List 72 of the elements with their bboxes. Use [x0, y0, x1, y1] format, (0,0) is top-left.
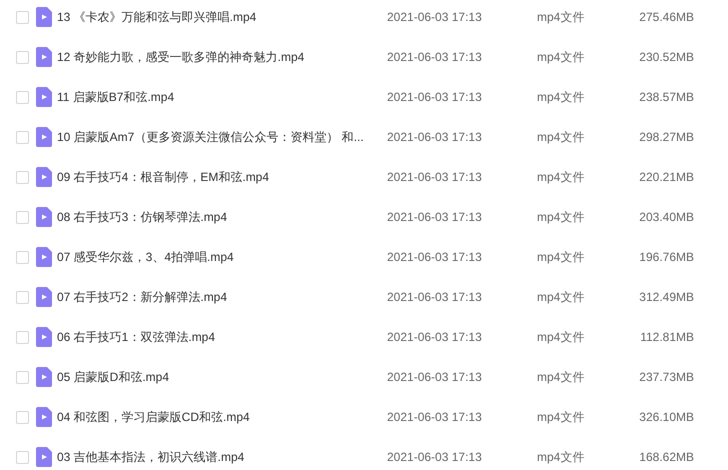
checkbox[interactable]: [16, 130, 29, 144]
video-file-icon: [36, 247, 52, 267]
file-name[interactable]: 07 右手技巧2：新分解弹法.mp4: [57, 288, 387, 306]
file-size: 220.21MB: [638, 169, 694, 186]
video-file-icon: [36, 367, 52, 387]
file-name[interactable]: 05 启蒙版D和弦.mp4: [57, 368, 387, 386]
file-type: mp4文件: [537, 89, 586, 106]
file-size: 230.52MB: [638, 49, 694, 66]
file-type: mp4文件: [537, 449, 586, 466]
modified-date: 2021-06-03 17:13: [387, 129, 483, 146]
video-file-icon: [36, 327, 52, 347]
file-name[interactable]: 03 吉他基本指法，初识六线谱.mp4: [57, 448, 387, 466]
modified-date: 2021-06-03 17:13: [387, 209, 483, 226]
file-size: 238.57MB: [638, 89, 694, 106]
video-file-icon: [36, 287, 52, 307]
checkbox[interactable]: [16, 170, 29, 184]
checkbox[interactable]: [16, 50, 29, 64]
modified-date: 2021-06-03 17:13: [387, 369, 483, 386]
file-type: mp4文件: [537, 209, 586, 226]
checkbox[interactable]: [16, 410, 29, 424]
file-name[interactable]: 06 右手技巧1：双弦弹法.mp4: [57, 328, 387, 346]
file-size: 275.46MB: [638, 9, 694, 26]
video-file-icon: [36, 447, 52, 467]
file-size: 203.40MB: [638, 209, 694, 226]
file-name[interactable]: 12 奇妙能力歌，感受一歌多弹的神奇魅力.mp4: [57, 48, 387, 66]
video-file-icon: [36, 167, 52, 187]
modified-date: 2021-06-03 17:13: [387, 249, 483, 266]
file-name[interactable]: 10 启蒙版Am7（更多资源关注微信公众号：资料堂） 和...: [57, 128, 387, 146]
video-file-icon: [36, 7, 52, 27]
file-type: mp4文件: [537, 9, 586, 26]
modified-date: 2021-06-03 17:13: [387, 329, 483, 346]
video-file-icon: [36, 87, 52, 107]
checkbox[interactable]: [16, 90, 29, 104]
modified-date: 2021-06-03 17:13: [387, 289, 483, 306]
file-size: 112.81MB: [639, 329, 694, 346]
modified-date: 2021-06-03 17:13: [387, 89, 483, 106]
file-type: mp4文件: [537, 249, 586, 266]
checkbox[interactable]: [16, 370, 29, 384]
modified-date: 2021-06-03 17:13: [387, 169, 483, 186]
file-name[interactable]: 09 右手技巧4：根音制停，EM和弦.mp4: [57, 168, 387, 186]
file-name[interactable]: 08 右手技巧3：仿钢琴弹法.mp4: [57, 208, 387, 226]
file-type: mp4文件: [537, 49, 586, 66]
checkbox[interactable]: [16, 330, 29, 344]
checkbox[interactable]: [16, 450, 29, 464]
modified-date: 2021-06-03 17:13: [387, 409, 483, 426]
file-name[interactable]: 11 启蒙版B7和弦.mp4: [57, 88, 387, 106]
modified-date: 2021-06-03 17:13: [387, 49, 483, 66]
checkbox[interactable]: [16, 250, 29, 264]
modified-date: 2021-06-03 17:13: [387, 9, 483, 26]
video-file-icon: [36, 47, 52, 67]
file-size: 196.76MB: [638, 249, 694, 266]
video-file-icon: [36, 407, 52, 427]
file-size: 312.49MB: [638, 289, 694, 306]
checkbox[interactable]: [16, 210, 29, 224]
checkbox[interactable]: [16, 290, 29, 304]
video-file-icon: [36, 127, 52, 147]
file-name[interactable]: 04 和弦图，学习启蒙版CD和弦.mp4: [57, 408, 387, 426]
checkbox[interactable]: [16, 10, 29, 24]
file-name[interactable]: 07 感受华尔兹，3、4拍弹唱.mp4: [57, 248, 387, 266]
file-size: 326.10MB: [638, 409, 694, 426]
file-type: mp4文件: [537, 369, 586, 386]
video-file-icon: [36, 207, 52, 227]
file-size: 168.62MB: [638, 449, 694, 466]
modified-date: 2021-06-03 17:13: [387, 449, 483, 466]
file-type: mp4文件: [537, 129, 586, 146]
file-type: mp4文件: [537, 409, 586, 426]
file-name[interactable]: 13 《卡农》万能和弦与即兴弹唱.mp4: [57, 8, 387, 26]
file-size: 298.27MB: [638, 129, 694, 146]
file-type: mp4文件: [537, 289, 586, 306]
file-type: mp4文件: [537, 169, 586, 186]
file-type: mp4文件: [537, 329, 586, 346]
file-size: 237.73MB: [638, 369, 694, 386]
